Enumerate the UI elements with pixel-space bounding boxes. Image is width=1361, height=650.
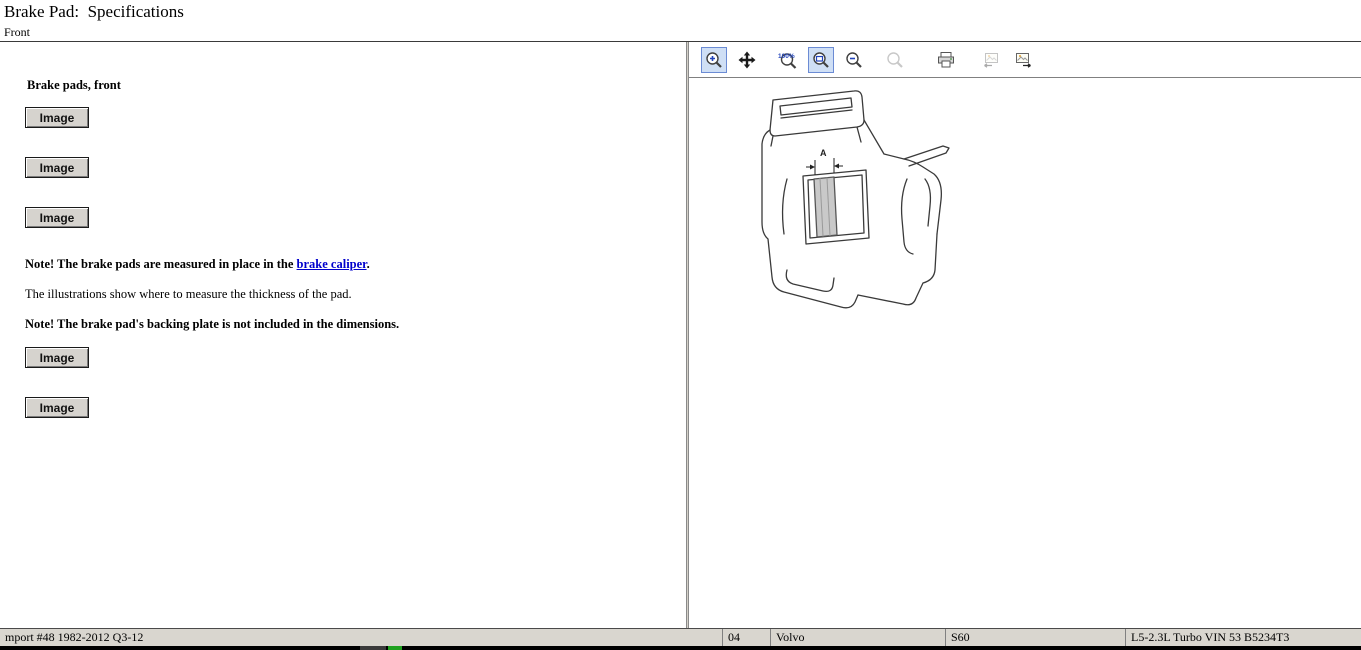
bottom-strip [0,646,1361,650]
zoom-previous-button[interactable] [882,47,908,73]
print-button[interactable] [933,47,959,73]
dimension-label: A [820,148,827,158]
page-subtitle: Front [4,25,1361,40]
print-icon [936,50,956,70]
next-image-button[interactable] [1011,47,1037,73]
status-cell-engine: L5-2.3L Turbo VIN 53 B5234T3 [1125,629,1361,646]
status-cell-year: 04 [722,629,770,646]
brake-caliper-link[interactable]: brake caliper [297,257,367,271]
image-button-4[interactable]: Image [25,347,89,368]
image-viewer-panel: 100% [689,42,1361,628]
image-button-2[interactable]: Image [25,157,89,178]
viewer-toolbar: 100% [689,42,1361,78]
previous-image-icon [981,50,1001,70]
image-button-3[interactable]: Image [25,207,89,228]
status-engine-text: L5-2.3L Turbo VIN 53 B5234T3 [1131,630,1289,645]
note-text-prefix: Note! The brake pads are measured in pla… [25,257,297,271]
content-panel: Brake pads, front Image Image Image Note… [0,42,686,628]
pan-button[interactable] [734,47,760,73]
strip-segment-green [388,646,402,650]
zoom-out-button[interactable] [841,47,867,73]
status-import-text: mport #48 1982-2012 Q3-12 [5,630,143,645]
image-button-1[interactable]: Image [25,107,89,128]
zoom-in-button[interactable] [701,47,727,73]
image-button-5[interactable]: Image [25,397,89,418]
page-title: Brake Pad: Specifications [4,2,1361,22]
paragraph-illustrations: The illustrations show where to measure … [25,287,666,302]
status-cell-import: mport #48 1982-2012 Q3-12 [0,629,722,646]
zoom-100-label: 100% [778,53,795,60]
pan-icon [737,50,757,70]
zoom-100-button[interactable]: 100% [775,47,801,73]
main-split: Brake pads, front Image Image Image Note… [0,42,1361,628]
status-model-text: S60 [951,630,970,645]
status-cell-make: Volvo [770,629,945,646]
application-window: Brake Pad: Specifications Front Brake pa… [0,0,1361,650]
next-image-icon [1014,50,1034,70]
note-text-suffix: . [367,257,370,271]
previous-image-button[interactable] [978,47,1004,73]
diagram-canvas[interactable]: A [689,78,1361,628]
zoom-window-button[interactable] [808,47,834,73]
zoom-out-icon [844,50,864,70]
zoom-100-icon: 100% [777,50,799,70]
status-make-text: Volvo [776,630,804,645]
zoom-previous-icon [885,50,905,70]
zoom-window-icon [811,50,831,70]
note-backing-plate: Note! The brake pad's backing plate is n… [25,317,666,332]
status-year-text: 04 [728,630,740,645]
status-cell-model: S60 [945,629,1125,646]
zoom-in-icon [704,50,724,70]
brake-caliper-diagram: A [757,84,1057,324]
strip-segment-gray [360,646,386,650]
page-header: Brake Pad: Specifications Front [0,0,1361,42]
note-measure-in-place: Note! The brake pads are measured in pla… [25,257,666,272]
section-heading: Brake pads, front [27,78,666,93]
status-bar: mport #48 1982-2012 Q3-12 04 Volvo S60 L… [0,628,1361,646]
